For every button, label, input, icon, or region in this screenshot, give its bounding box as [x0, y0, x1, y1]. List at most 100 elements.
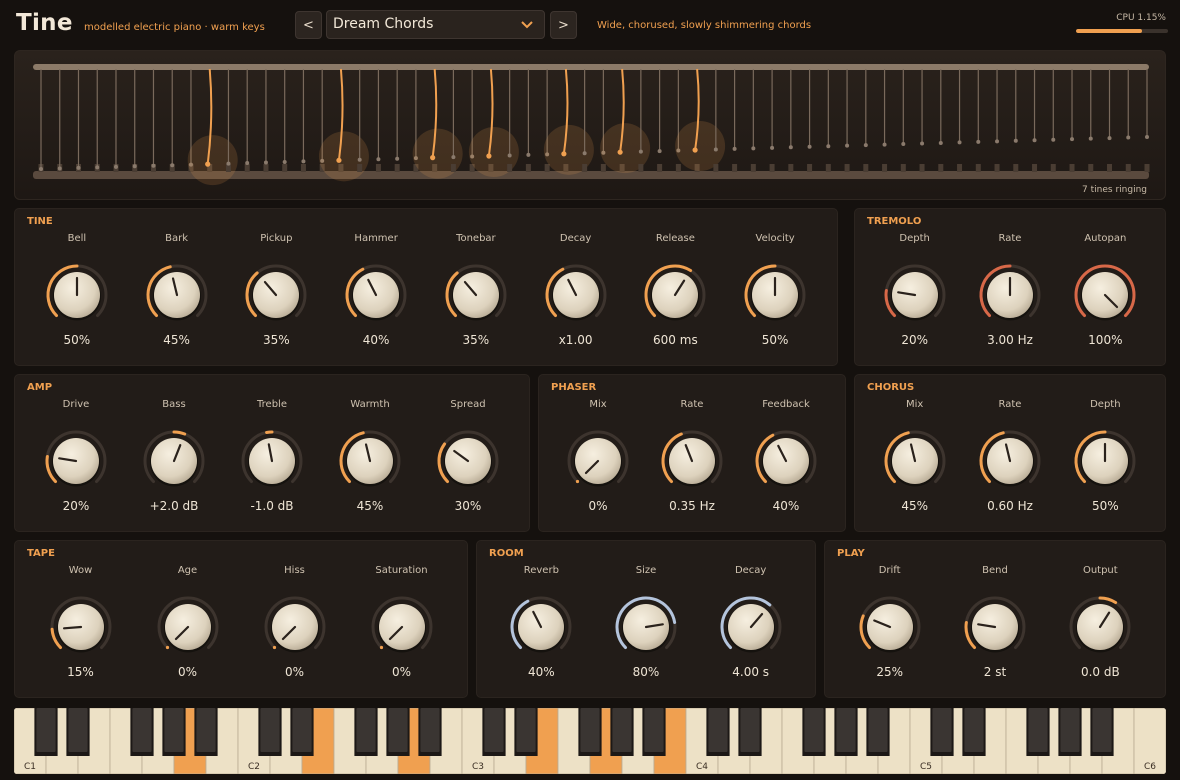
knob-decay[interactable]: Decay x1.00 [526, 209, 626, 359]
knob-hiss[interactable]: Hiss 0% [245, 541, 345, 691]
black-key[interactable] [516, 708, 536, 752]
black-key[interactable] [868, 708, 888, 752]
black-key[interactable] [644, 708, 664, 752]
knob-dial[interactable] [976, 261, 1044, 329]
knob-dial[interactable] [336, 427, 404, 495]
knob-autopan[interactable]: Autopan 100% [1055, 209, 1155, 359]
knob-dial[interactable] [612, 593, 680, 661]
black-key[interactable] [132, 708, 152, 752]
knob-treble[interactable]: Treble -1.0 dB [222, 375, 322, 525]
black-key[interactable] [836, 708, 856, 752]
black-key[interactable] [708, 708, 728, 752]
knob-dial[interactable] [641, 261, 709, 329]
black-key[interactable] [740, 708, 760, 752]
knob-bass[interactable]: Bass +2.0 dB [124, 375, 224, 525]
knob-dial[interactable] [542, 261, 610, 329]
knob-size[interactable]: Size 80% [596, 541, 696, 691]
knob-dial[interactable] [242, 261, 310, 329]
black-key[interactable] [36, 708, 56, 752]
knob-dial[interactable] [856, 593, 924, 661]
knob-dial[interactable] [564, 427, 632, 495]
knob-decay[interactable]: Decay 4.00 s [701, 541, 801, 691]
octave-label: C1 [24, 762, 36, 772]
knob-wow[interactable]: Wow 15% [31, 541, 131, 691]
knob-age[interactable]: Age 0% [138, 541, 238, 691]
black-key[interactable] [580, 708, 600, 752]
knob-bell[interactable]: Bell 50% [27, 209, 127, 359]
knob-dial[interactable] [881, 427, 949, 495]
black-key[interactable] [612, 708, 632, 752]
knob-tonebar[interactable]: Tonebar 35% [426, 209, 526, 359]
knob-dial[interactable] [140, 427, 208, 495]
knob-bend[interactable]: Bend 2 st [945, 541, 1045, 691]
knob-dial[interactable] [154, 593, 222, 661]
knob-rate[interactable]: Rate 0.35 Hz [642, 375, 742, 525]
black-key[interactable] [388, 708, 408, 752]
knob-value: 30% [454, 499, 482, 513]
black-key[interactable] [260, 708, 280, 752]
black-key[interactable] [964, 708, 984, 752]
preset-selector[interactable]: Dream Chords [326, 10, 545, 39]
tine-tip [957, 140, 962, 145]
knob-feedback[interactable]: Feedback 40% [736, 375, 836, 525]
tine-tip [336, 157, 342, 163]
next-preset-button[interactable]: > [550, 11, 577, 39]
knob-dial[interactable] [368, 593, 436, 661]
black-key[interactable] [164, 708, 184, 752]
knob-dial[interactable] [1066, 593, 1134, 661]
knob-label: Feedback [762, 399, 810, 410]
knob-dial[interactable] [976, 427, 1044, 495]
knob-dial[interactable] [47, 593, 115, 661]
piano-keyboard[interactable]: C1 C2 C3 C4 C5 C6 [14, 708, 1166, 774]
knob-dial[interactable] [1071, 427, 1139, 495]
tine-damper [1069, 164, 1075, 172]
knob-dial[interactable] [434, 427, 502, 495]
knob-reverb[interactable]: Reverb 40% [491, 541, 591, 691]
black-key[interactable] [1028, 708, 1048, 752]
knob-velocity[interactable]: Velocity 50% [725, 209, 825, 359]
knob-dial[interactable] [507, 593, 575, 661]
knob-dial[interactable] [261, 593, 329, 661]
knob-dial[interactable] [741, 261, 809, 329]
knob-depth[interactable]: Depth 50% [1055, 375, 1155, 525]
previous-preset-button[interactable]: < [295, 11, 322, 39]
knob-dial[interactable] [961, 593, 1029, 661]
knob-drive[interactable]: Drive 20% [26, 375, 126, 525]
knob-mix[interactable]: Mix 45% [865, 375, 965, 525]
knob-rate[interactable]: Rate 0.60 Hz [960, 375, 1060, 525]
knob-warmth[interactable]: Warmth 45% [320, 375, 420, 525]
knob-dial[interactable] [43, 261, 111, 329]
knob-dial[interactable] [342, 261, 410, 329]
black-key[interactable] [196, 708, 216, 752]
knob-dial[interactable] [881, 261, 949, 329]
knob-spread[interactable]: Spread 30% [418, 375, 518, 525]
knob-mix[interactable]: Mix 0% [548, 375, 648, 525]
black-key[interactable] [68, 708, 88, 752]
black-key[interactable] [292, 708, 312, 752]
black-key[interactable] [1060, 708, 1080, 752]
knob-depth[interactable]: Depth 20% [865, 209, 965, 359]
tine-damper [244, 164, 250, 172]
knob-rate[interactable]: Rate 3.00 Hz [960, 209, 1060, 359]
knob-dial[interactable] [143, 261, 211, 329]
knob-dial[interactable] [658, 427, 726, 495]
knob-dial[interactable] [1071, 261, 1139, 329]
knob-release[interactable]: Release 600 ms [625, 209, 725, 359]
black-key[interactable] [804, 708, 824, 752]
knob-bark[interactable]: Bark 45% [127, 209, 227, 359]
knob-drift[interactable]: Drift 25% [840, 541, 940, 691]
knob-dial[interactable] [442, 261, 510, 329]
knob-dial[interactable] [752, 427, 820, 495]
black-key[interactable] [932, 708, 952, 752]
black-key[interactable] [484, 708, 504, 752]
black-key[interactable] [420, 708, 440, 752]
knob-pickup[interactable]: Pickup 35% [226, 209, 326, 359]
knob-output[interactable]: Output 0.0 dB [1050, 541, 1150, 691]
knob-saturation[interactable]: Saturation 0% [352, 541, 452, 691]
knob-dial[interactable] [238, 427, 306, 495]
knob-hammer[interactable]: Hammer 40% [326, 209, 426, 359]
knob-dial[interactable] [717, 593, 785, 661]
black-key[interactable] [1092, 708, 1112, 752]
knob-dial[interactable] [42, 427, 110, 495]
black-key[interactable] [356, 708, 376, 752]
